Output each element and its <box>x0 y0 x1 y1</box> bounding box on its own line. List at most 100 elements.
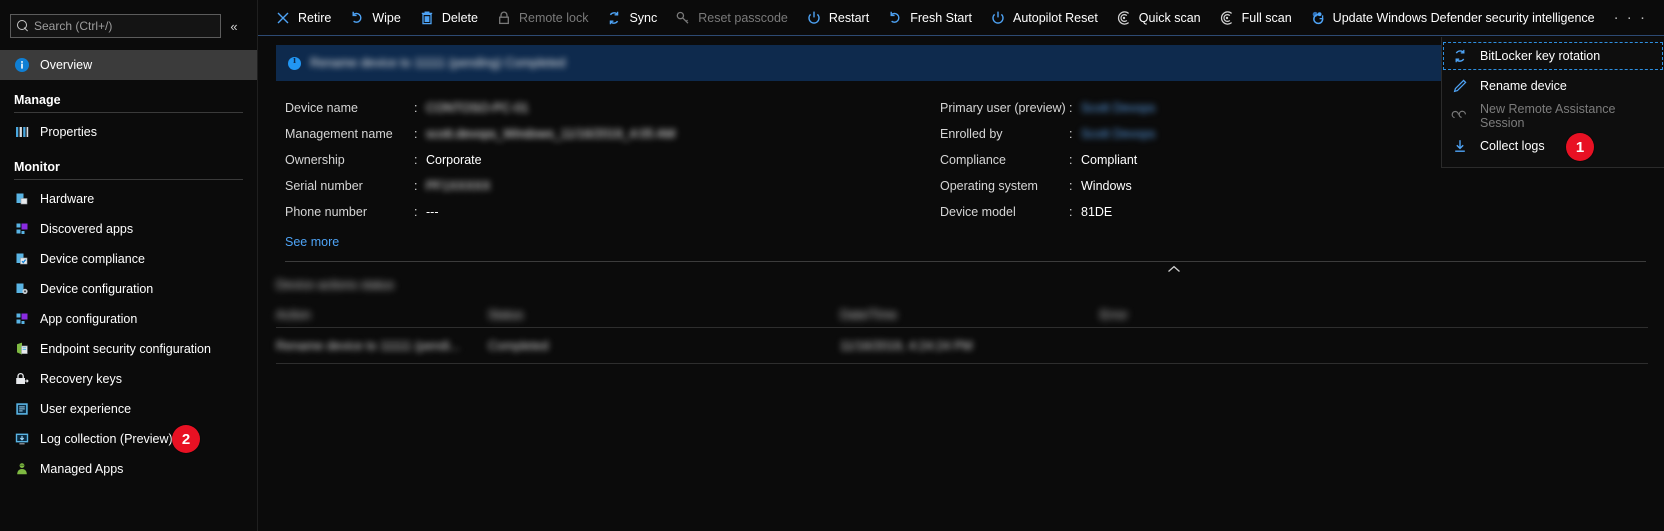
sidebar-item-app-configuration[interactable]: App configuration <box>0 304 257 334</box>
menu-item-label: Rename device <box>1480 79 1567 93</box>
sidebar-item-label: App configuration <box>40 312 138 326</box>
toolbar-overflow-button[interactable]: · · · <box>1604 1 1657 35</box>
detail-colon: : <box>1069 127 1073 141</box>
sidebar-item-properties[interactable]: Properties <box>0 117 257 147</box>
detail-label: Compliance <box>940 153 1007 167</box>
toolbar-autopilot-reset-button[interactable]: Autopilot Reset <box>981 1 1107 35</box>
detail-value: scott.devops_Windows_11/16/2019_4:05 AM <box>426 127 676 141</box>
sidebar-item-device-configuration[interactable]: Device configuration <box>0 274 257 304</box>
detail-value[interactable]: Scott Devops <box>1081 101 1155 115</box>
undo-icon <box>887 10 903 26</box>
toolbar-item-label: Full scan <box>1241 10 1292 25</box>
toolbar-item-label: Reset passcode <box>698 10 788 25</box>
detail-value[interactable]: Scott Devops <box>1081 127 1155 141</box>
sidebar-item-device-compliance[interactable]: Device compliance <box>0 244 257 274</box>
toolbar-item-label: Quick scan <box>1138 10 1201 25</box>
chevron-up-icon[interactable] <box>1163 262 1185 278</box>
sidebar-item-overview[interactable]: Overview <box>0 50 257 80</box>
detail-row-management-name: Management name : scott.devops_Windows_1… <box>285 121 940 147</box>
toolbar-reset-passcode-button: Reset passcode <box>666 1 797 35</box>
menu-item-label: New Remote Assistance Session <box>1480 102 1616 130</box>
sidebar-item-label: Log collection (Preview) <box>40 432 173 446</box>
toolbar-full-scan-button[interactable]: Full scan <box>1210 1 1301 35</box>
scan-icon <box>1219 10 1235 26</box>
sidebar-item-hardware[interactable]: Hardware <box>0 184 257 214</box>
sidebar-divider <box>14 179 243 180</box>
sidebar-item-label: Discovered apps <box>40 222 134 236</box>
toolbar-item-label: Sync <box>629 10 658 25</box>
search-box[interactable] <box>10 14 221 38</box>
sidebar-item-log-collection[interactable]: Log collection (Preview) <box>0 424 257 454</box>
column-header-datetime: Date/Time <box>840 307 898 322</box>
toolbar-item-label: Autopilot Reset <box>1013 10 1098 25</box>
sync-icon <box>606 10 622 26</box>
sidebar-item-label: User experience <box>40 402 132 416</box>
sidebar-section-manage: Manage <box>14 93 61 107</box>
detail-row-ownership: Ownership : Corporate <box>285 147 940 173</box>
main-content: Retire Wipe Delete Remote lock Sync Rese… <box>258 0 1664 531</box>
toolbar-sync-button[interactable]: Sync <box>597 1 666 35</box>
toolbar-restart-button[interactable]: Restart <box>797 1 878 35</box>
section-divider <box>285 261 1646 262</box>
sidebar-search-row: « <box>0 10 257 38</box>
undo-icon <box>349 10 365 26</box>
info-circle-icon <box>288 55 301 70</box>
menu-item-collect-logs[interactable]: Collect logs <box>1442 131 1664 161</box>
detail-colon: : <box>414 127 418 141</box>
detail-value: Corporate <box>426 153 482 167</box>
detail-row-device-name: Device name : CONTOSO-PC-01 <box>285 95 940 121</box>
search-input[interactable] <box>34 19 214 33</box>
detail-row-operating-system: Operating system : Windows <box>940 173 1595 199</box>
rotate-icon <box>1452 48 1468 64</box>
detail-value: Windows <box>1081 179 1132 193</box>
toolbar-delete-button[interactable]: Delete <box>410 1 487 35</box>
detail-label: Phone number <box>285 205 368 219</box>
detail-value: CONTOSO-PC-01 <box>426 101 529 115</box>
table-header-row: Action Status Date/Time Error <box>276 306 1648 328</box>
sidebar-item-recovery-keys[interactable]: Recovery keys <box>0 364 257 394</box>
toolbar-quick-scan-button[interactable]: Quick scan <box>1107 1 1210 35</box>
detail-value: PF1XXXXX <box>426 179 491 193</box>
toolbar-item-label: Update Windows Defender security intelli… <box>1332 10 1595 25</box>
toolbar-item-label: Delete <box>441 10 478 25</box>
sidebar-item-label: Device configuration <box>40 282 154 296</box>
sidebar-item-managed-apps[interactable]: Managed Apps <box>0 454 257 484</box>
toolbar-retire-button[interactable]: Retire <box>266 1 340 35</box>
table-row[interactable]: Rename device to 11111 (pendi... Complet… <box>276 328 1648 364</box>
see-more-link[interactable]: See more <box>285 235 339 249</box>
app-configuration-icon <box>14 311 30 327</box>
menu-item-rename-device[interactable]: Rename device <box>1442 71 1664 101</box>
status-banner-text: Rename device to 11111 (pending) Complet… <box>310 56 566 70</box>
sidebar-item-label: Hardware <box>40 192 95 206</box>
detail-label: Ownership <box>285 153 345 167</box>
cell-datetime: 11/16/2019, 4:24:24 PM <box>840 338 973 353</box>
sidebar-item-label: Device compliance <box>40 252 145 266</box>
menu-item-bitlocker-key-rotation[interactable]: BitLocker key rotation <box>1442 41 1664 71</box>
collapse-sidebar-button[interactable]: « <box>221 14 247 38</box>
detail-row-serial-number: Serial number : PF1XXXXX <box>285 173 940 199</box>
download-icon <box>1452 138 1468 154</box>
device-details-left-column: Device name : CONTOSO-PC-01 Management n… <box>285 95 940 225</box>
toolbar-wipe-button[interactable]: Wipe <box>340 1 409 35</box>
detail-colon: : <box>1069 205 1073 219</box>
user-experience-icon <box>14 401 30 417</box>
sidebar-item-label: Recovery keys <box>40 372 122 386</box>
info-icon <box>14 57 30 73</box>
detail-colon: : <box>414 153 418 167</box>
intune-device-overview-page: « Overview Manage <box>0 0 1664 531</box>
sidebar-item-discovered-apps[interactable]: Discovered apps <box>0 214 257 244</box>
detail-row-phone-number: Phone number : --- <box>285 199 940 225</box>
detail-label: Serial number <box>285 179 363 193</box>
sidebar-item-endpoint-security-configuration[interactable]: Endpoint security configuration <box>0 334 257 364</box>
sidebar-item-label: Endpoint security configuration <box>40 342 211 356</box>
hardware-icon <box>14 191 30 207</box>
toolbar-item-label: Fresh Start <box>910 10 973 25</box>
endpoint-security-icon <box>14 341 30 357</box>
toolbar-fresh-start-button[interactable]: Fresh Start <box>878 1 981 35</box>
sidebar-item-user-experience[interactable]: User experience <box>0 394 257 424</box>
toolbar-update-defender-button[interactable]: Update Windows Defender security intelli… <box>1301 1 1604 35</box>
detail-value: 81DE <box>1081 205 1113 219</box>
callout-badge-1: 1 <box>1566 133 1594 161</box>
log-collection-icon <box>14 431 30 447</box>
column-header-error: Error <box>1100 307 1128 322</box>
